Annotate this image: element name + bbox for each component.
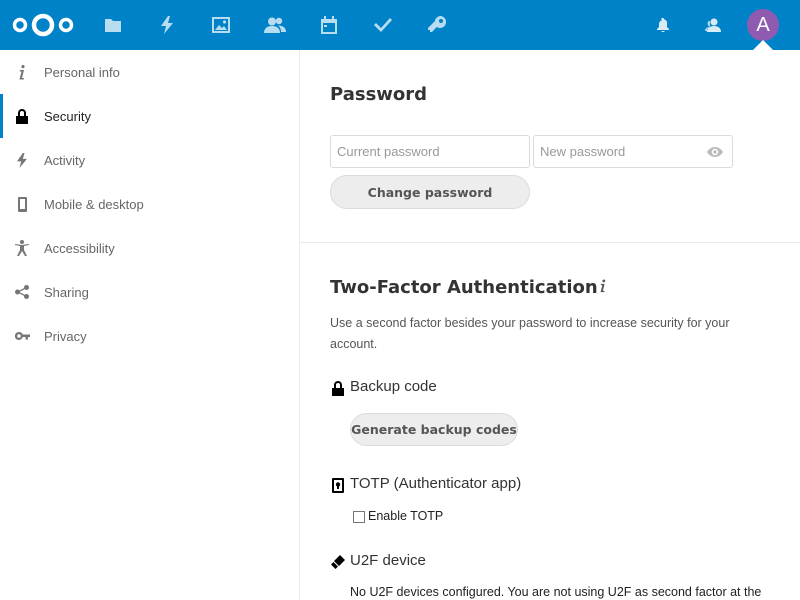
settings-sidebar: Personal info Security Activity Mobile &… <box>0 50 300 600</box>
sidebar-item-label: Mobile & desktop <box>44 196 144 212</box>
sidebar-item-label: Security <box>44 108 91 124</box>
change-password-button[interactable]: Change password <box>330 175 530 209</box>
main-content: Password Change password Two-Factor Auth… <box>300 50 800 600</box>
sidebar-item-label: Accessibility <box>44 240 115 256</box>
two-factor-description: Use a second factor besides your passwor… <box>330 316 730 351</box>
info-icon[interactable] <box>596 277 608 295</box>
folder-icon[interactable] <box>86 0 140 50</box>
sidebar-item-activity[interactable]: Activity <box>0 138 299 182</box>
key-icon <box>14 328 30 344</box>
password-section-title: Password <box>330 84 428 105</box>
new-password-input[interactable] <box>533 135 733 168</box>
lightning-icon[interactable] <box>140 0 194 50</box>
sidebar-item-security[interactable]: Security <box>0 94 299 138</box>
enable-totp-label[interactable]: Enable TOTP <box>368 509 443 523</box>
lock-icon <box>14 108 30 124</box>
contacts-icon[interactable] <box>248 0 302 50</box>
bell-icon[interactable] <box>652 0 674 50</box>
sidebar-item-personal-info[interactable]: Personal info <box>0 50 299 94</box>
two-factor-section-title: Two-Factor Authentication <box>330 277 598 298</box>
share-icon <box>14 284 30 300</box>
contacts-menu-icon[interactable] <box>702 0 724 50</box>
sidebar-item-accessibility[interactable]: Accessibility <box>0 226 299 270</box>
menu-caret <box>753 40 773 50</box>
sidebar-item-label: Activity <box>44 152 86 168</box>
key-icon[interactable] <box>410 0 464 50</box>
phone-icon <box>14 196 30 212</box>
image-icon[interactable] <box>194 0 248 50</box>
nextcloud-logo[interactable] <box>12 12 74 38</box>
lock-icon <box>330 380 346 396</box>
sidebar-item-label: Sharing <box>44 284 89 300</box>
backup-code-title: Backup code <box>350 378 437 395</box>
section-divider <box>300 242 800 243</box>
sidebar-item-label: Personal info <box>44 64 120 80</box>
calendar-icon[interactable] <box>302 0 356 50</box>
totp-title: TOTP (Authenticator app) <box>350 475 522 492</box>
generate-backup-codes-button[interactable]: Generate backup codes <box>350 413 518 446</box>
u2f-description: No U2F devices configured. You are not u… <box>350 585 762 599</box>
sidebar-item-mobile-desktop[interactable]: Mobile & desktop <box>0 182 299 226</box>
enable-totp-checkbox[interactable] <box>353 511 365 523</box>
authenticator-icon <box>330 477 346 493</box>
usb-key-icon <box>330 554 346 570</box>
top-header: A <box>0 0 800 50</box>
sidebar-item-privacy[interactable]: Privacy <box>0 314 299 358</box>
checkmark-icon[interactable] <box>356 0 410 50</box>
sidebar-item-sharing[interactable]: Sharing <box>0 270 299 314</box>
sidebar-item-label: Privacy <box>44 328 87 344</box>
info-icon <box>14 64 30 80</box>
accessibility-icon <box>14 240 30 256</box>
current-password-input[interactable] <box>330 135 530 168</box>
u2f-title: U2F device <box>350 552 426 569</box>
show-password-icon[interactable] <box>706 143 724 161</box>
lightning-icon <box>14 152 30 168</box>
avatar[interactable]: A <box>747 9 779 41</box>
